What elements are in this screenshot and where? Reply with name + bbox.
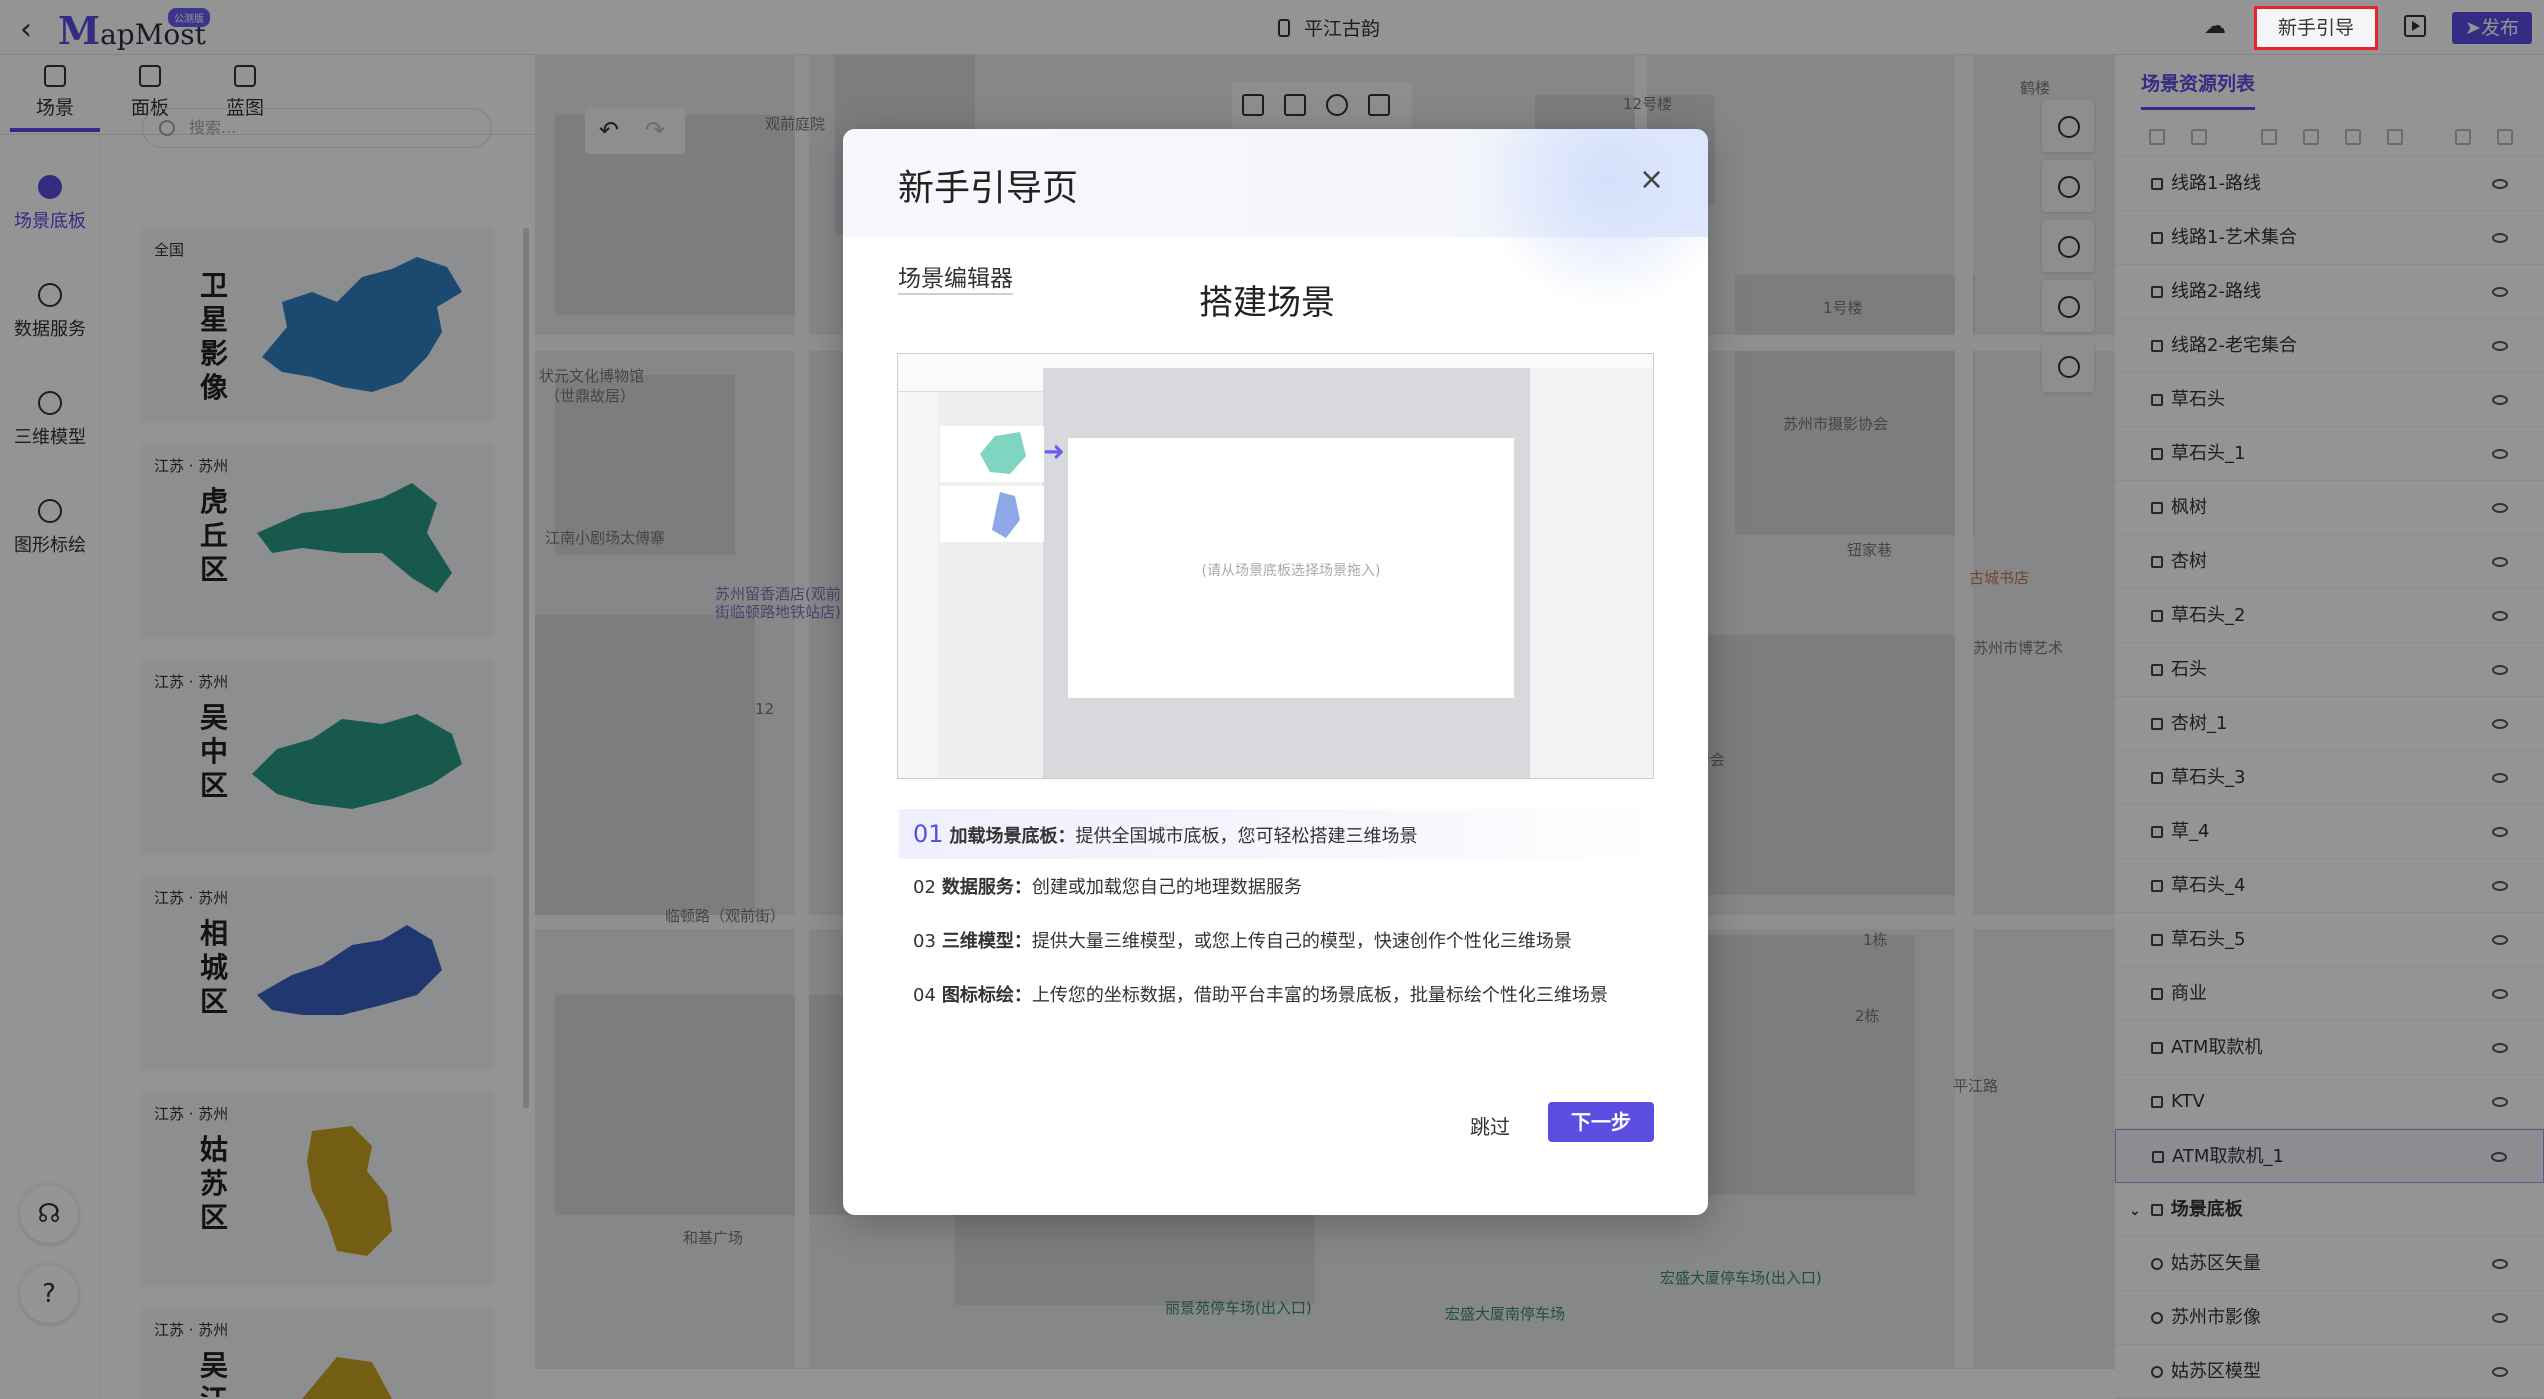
guide-step: 02 数据服务：创建或加载您自己的地理数据服务 <box>913 877 1302 898</box>
beginner-guide-modal: 新手引导页 × 场景编辑器 搭建场景 ➜ (请从场景底板选择场景拖入) 01 加载… <box>843 129 1708 1215</box>
next-step-button[interactable]: 下一步 <box>1548 1102 1654 1142</box>
beginner-guide-button-highlight[interactable]: 新手引导 <box>2254 6 2378 50</box>
guide-step: 03 三维模型：提供大量三维模型，或您上传自己的模型，快速创作个性化三维场景 <box>913 931 1572 952</box>
guide-step: 04 图标标绘：上传您的坐标数据，借助平台丰富的场景底板，批量标绘个性化三维场景 <box>913 985 1608 1006</box>
step-heading: 搭建场景 <box>1155 263 1335 343</box>
scene-editor-label: 场景编辑器 <box>898 259 1013 295</box>
preview-hint: (请从场景底板选择场景拖入) <box>1201 563 1381 579</box>
preview-canvas: (请从场景底板选择场景拖入) <box>1068 438 1514 698</box>
guide-step: 01 加载场景底板：提供全国城市底板，您可轻松搭建三维场景 <box>899 809 1656 859</box>
close-icon[interactable]: × <box>1639 165 1664 195</box>
modal-title: 新手引导页 <box>898 168 1079 209</box>
modal-header: 新手引导页 × <box>843 129 1708 309</box>
guide-preview-image: ➜ (请从场景底板选择场景拖入) <box>897 353 1654 779</box>
skip-button[interactable]: 跳过 <box>1470 1111 1510 1140</box>
